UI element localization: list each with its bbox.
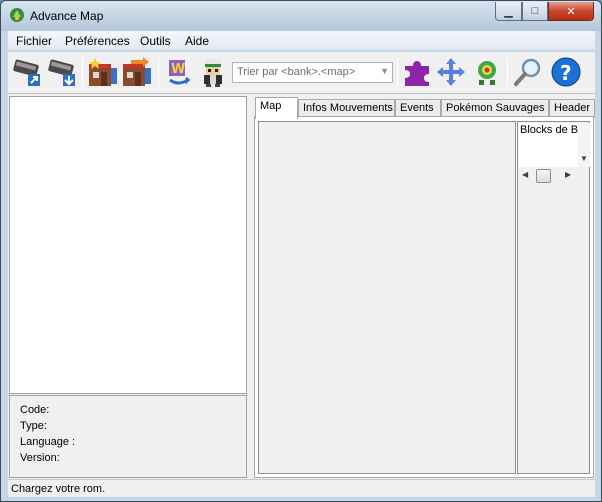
language-label: Language :: [20, 436, 76, 448]
svg-text:W: W: [171, 62, 185, 77]
menu-preferences[interactable]: Préférences: [63, 33, 132, 49]
window-title: Advance Map: [30, 9, 104, 23]
scroll-right-icon[interactable]: ▶: [565, 170, 571, 179]
tab-content-map: Blocks de B ▼ ◀ ▶: [254, 116, 594, 478]
script-puzzle-button[interactable]: [400, 55, 434, 89]
status-text: Chargez votre rom.: [11, 483, 106, 495]
main-window: Advance Map ▁ □ ✕ Fichier Préférences Ou…: [0, 0, 602, 502]
move-arrows-icon: [437, 58, 465, 86]
menu-outils[interactable]: Outils: [138, 33, 173, 49]
save-rom-button[interactable]: [46, 55, 80, 89]
move-permissions-button[interactable]: [434, 55, 468, 89]
world-map-button[interactable]: W: [163, 55, 197, 89]
toolbar-separator: [507, 57, 508, 87]
blocks-title: Blocks de B: [519, 123, 578, 167]
menu-bar: Fichier Préférences Outils Aide: [8, 31, 595, 51]
help-icon: ?: [551, 57, 581, 87]
app-icon: [10, 8, 24, 22]
blocks-panel: Blocks de B ▼ ◀ ▶: [517, 121, 590, 474]
tab-map[interactable]: Map: [255, 97, 298, 119]
save-rom-icon: [48, 59, 75, 86]
toolbar: W Trier par <bank>.<map> ▼ ?: [8, 52, 595, 94]
toolbar-separator: [397, 57, 398, 87]
world-map-icon: W: [169, 60, 191, 85]
new-map-icon: [89, 58, 117, 86]
new-map-button[interactable]: [86, 55, 120, 89]
toolbar-separator: [82, 57, 83, 87]
chevron-down-icon[interactable]: ▼: [380, 66, 389, 76]
menu-fichier[interactable]: Fichier: [14, 33, 54, 49]
close-button[interactable]: ✕: [548, 2, 594, 21]
player-sprite-icon: [204, 59, 222, 87]
rom-info-panel: Code: Type: Language : Version:: [9, 395, 247, 478]
code-label: Code:: [20, 404, 50, 416]
search-icon: [514, 58, 541, 86]
maximize-button[interactable]: □: [522, 2, 548, 21]
type-label: Type:: [20, 420, 47, 432]
title-bar[interactable]: Advance Map ▁ □ ✕: [1, 1, 601, 31]
blocks-horizontal-scrollbar[interactable]: ◀ ▶: [519, 168, 578, 183]
minimize-icon: ▁: [504, 5, 513, 18]
import-map-icon: [123, 57, 151, 86]
client-area: Code: Type: Language : Version: Map Info…: [8, 94, 595, 479]
menu-aide[interactable]: Aide: [183, 33, 211, 49]
svg-text:?: ?: [560, 61, 572, 85]
tab-strip: Map Infos Mouvements Events Pokémon Sauv…: [255, 97, 595, 119]
sort-combo-text: Trier par <bank>.<map>: [237, 66, 356, 78]
status-bar: Chargez votre rom.: [8, 479, 595, 497]
blocks-vertical-scrollbar[interactable]: ▼: [578, 123, 590, 167]
puzzle-icon: [405, 61, 429, 86]
wild-pokemon-button[interactable]: [470, 55, 504, 89]
scroll-thumb[interactable]: [536, 169, 551, 183]
scroll-down-icon[interactable]: ▼: [580, 154, 588, 163]
scroll-left-icon[interactable]: ◀: [522, 170, 528, 179]
toolbar-separator: [158, 57, 159, 87]
sort-combo[interactable]: Trier par <bank>.<map> ▼: [232, 62, 393, 83]
search-button[interactable]: [511, 55, 545, 89]
open-rom-icon: [13, 59, 40, 86]
maximize-icon: □: [531, 5, 539, 17]
minimize-button[interactable]: ▁: [495, 2, 522, 21]
help-button[interactable]: ?: [549, 55, 583, 89]
close-icon: ✕: [566, 5, 576, 18]
map-tree[interactable]: [9, 96, 247, 394]
player-sprite-button[interactable]: [196, 55, 230, 89]
version-label: Version:: [20, 452, 60, 464]
pokemon-sprite-icon: [478, 61, 496, 85]
import-map-button[interactable]: [120, 55, 154, 89]
map-canvas[interactable]: [258, 121, 516, 474]
open-rom-button[interactable]: [11, 55, 45, 89]
